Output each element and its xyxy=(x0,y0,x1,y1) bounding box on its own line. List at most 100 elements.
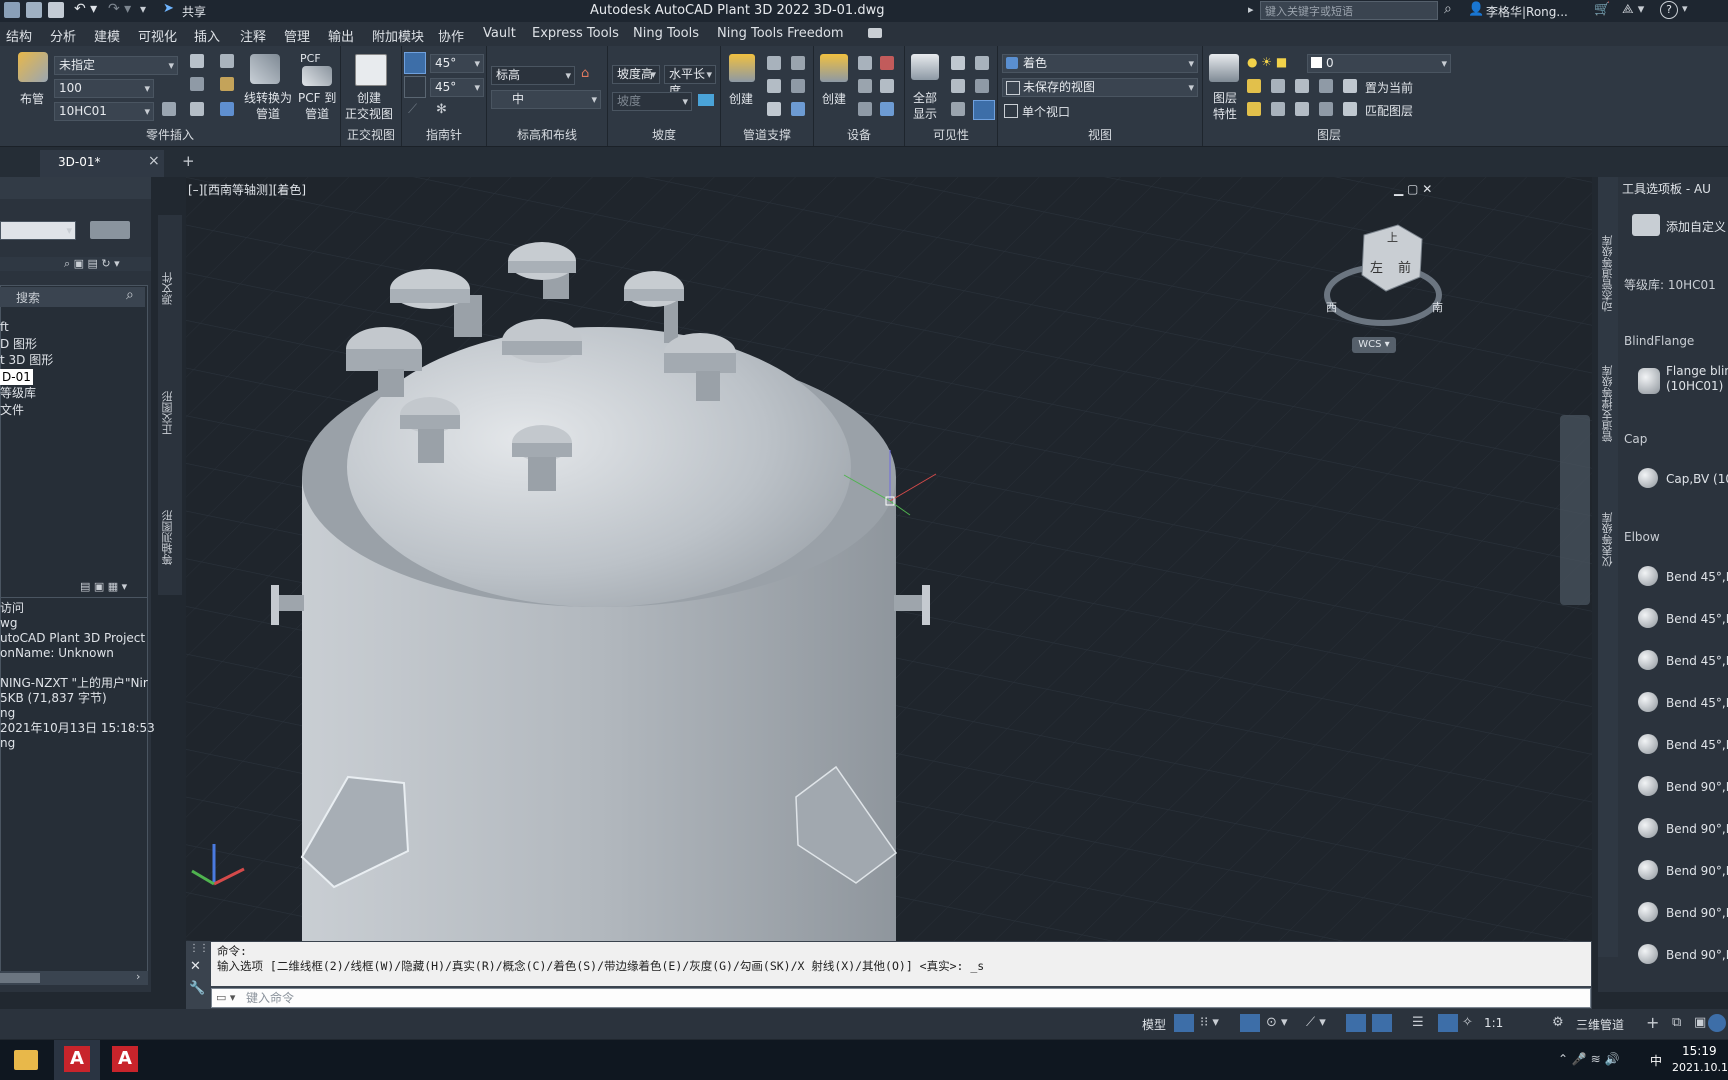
connect-part-icon[interactable] xyxy=(190,77,204,91)
tab-annotate[interactable]: 注释 xyxy=(240,26,266,45)
create-support-label[interactable]: 创建 xyxy=(729,90,753,107)
viewport-window-controls[interactable]: ▁ ▢ ✕ xyxy=(1394,182,1432,196)
tree-search-icon[interactable]: ⌕ xyxy=(126,287,134,303)
support-tool-icon-1[interactable] xyxy=(767,56,781,70)
tab-vault[interactable]: Vault xyxy=(483,26,516,41)
compass-south-label[interactable]: 南 xyxy=(1432,299,1443,315)
share-icon[interactable]: ➤ xyxy=(163,1,174,16)
annotation-scale[interactable]: 1:1 xyxy=(1484,1016,1503,1030)
slope-input[interactable]: 坡度 xyxy=(612,92,692,111)
layer-tool-icon-8[interactable] xyxy=(1319,102,1333,116)
create-ortho-label[interactable]: 创建 正交视图 xyxy=(345,90,393,122)
tool-bend[interactable]: Bend 90°,B xyxy=(1666,948,1728,962)
viewcube-top-label[interactable]: 上 xyxy=(1387,229,1398,245)
vtab-ortho-drawings[interactable]: 正交图形 xyxy=(160,365,180,435)
equipment-tool-icon-1[interactable] xyxy=(858,56,872,70)
show-all-icon[interactable] xyxy=(911,54,939,80)
catalog-icon[interactable] xyxy=(220,54,234,68)
support-tool-icon-6[interactable] xyxy=(791,102,805,116)
add-custom-icon[interactable] xyxy=(1632,214,1660,236)
side-flange-right[interactable] xyxy=(922,585,930,625)
hardware-accel-icon[interactable]: ▣ xyxy=(1694,1015,1706,1030)
visibility-toggle-icon[interactable] xyxy=(973,100,995,120)
close-tab-icon[interactable]: × xyxy=(148,153,160,169)
tree-item-selected[interactable]: D-01 xyxy=(0,368,33,385)
help-button[interactable]: ? xyxy=(1660,1,1678,19)
document-tab[interactable]: 3D-01* × xyxy=(40,150,164,177)
scrollbar-thumb[interactable] xyxy=(0,973,40,983)
tab-ning-tools-freedom[interactable]: Ning Tools Freedom xyxy=(717,26,844,41)
new-tab-button[interactable]: + xyxy=(182,152,195,170)
tree-item[interactable]: t 3D 图形 xyxy=(0,352,53,369)
print-publish-icon[interactable] xyxy=(90,221,130,239)
visibility-tool-icon-4[interactable] xyxy=(975,79,989,93)
isolate-icon[interactable] xyxy=(975,56,989,70)
visibility-tool-icon-5[interactable] xyxy=(951,102,965,116)
tab-ning-tools[interactable]: Ning Tools xyxy=(633,26,699,41)
wcs-menu[interactable]: WCS ▾ xyxy=(1352,337,1396,353)
line-to-pipe-label[interactable]: 线转换为 管道 xyxy=(244,90,292,122)
hide-icon[interactable] xyxy=(951,56,965,70)
save-as-icon[interactable] xyxy=(26,2,42,18)
panel-title-view[interactable]: 视图 xyxy=(998,126,1202,143)
model-space-button[interactable]: 模型 xyxy=(1142,1016,1166,1033)
save-icon[interactable] xyxy=(4,2,20,18)
tab-express-tools[interactable]: Express Tools xyxy=(532,26,619,41)
match-layer-button[interactable]: 匹配图层 xyxy=(1365,102,1413,119)
tree-item[interactable]: D 图形 xyxy=(0,336,53,353)
side-nozzle-right[interactable] xyxy=(894,595,924,611)
tool-bend[interactable]: Bend 90°,B xyxy=(1666,864,1728,878)
tool-bend[interactable]: Bend 45°,B xyxy=(1666,738,1728,752)
viewport-controls-label[interactable]: [–][西南等轴测][着色] xyxy=(188,181,306,198)
justification-dropdown[interactable]: 中 xyxy=(491,90,601,109)
line-to-pipe-icon[interactable] xyxy=(250,54,280,84)
isodraft-toggle-icon[interactable]: ⟋ ▾ xyxy=(1306,1015,1326,1030)
side-flange-left[interactable] xyxy=(271,585,279,625)
vtab-pipe-support-spec[interactable]: 管道支撑等级库 xyxy=(1600,352,1620,442)
layer-properties-icon[interactable] xyxy=(1209,54,1239,82)
saved-view-dropdown[interactable]: 未保存的视图 xyxy=(1002,78,1198,97)
grid-toggle-icon[interactable] xyxy=(1174,1014,1194,1032)
ortho-toggle-icon[interactable] xyxy=(1240,1014,1260,1032)
customize-command-icon[interactable]: 🔧 xyxy=(189,981,205,996)
tab-collaborate[interactable]: 协作 xyxy=(438,26,464,45)
isolate-objects-icon[interactable]: ⧉ xyxy=(1672,1015,1681,1030)
compass-angle-dropdown-2[interactable]: 45° xyxy=(430,78,484,97)
help-search-input[interactable]: 键入关键字或短语 xyxy=(1260,1,1438,20)
stub-in-icon[interactable] xyxy=(162,102,176,116)
layer-properties-label[interactable]: 图层 特性 xyxy=(1213,90,1237,122)
clean-screen-icon[interactable] xyxy=(1708,1014,1726,1032)
close-command-icon[interactable]: ✕ xyxy=(190,959,201,974)
spec-dropdown[interactable]: 未指定 xyxy=(54,56,178,75)
tool-bend[interactable]: Bend 45°,B xyxy=(1666,612,1728,626)
tool-flange-blind[interactable]: Flange blin (10HC01) xyxy=(1666,364,1728,394)
gear-icon[interactable]: ⚙ xyxy=(1552,1015,1564,1030)
tool-bend[interactable]: Bend 45°,B xyxy=(1666,654,1728,668)
compass-snap-icon[interactable] xyxy=(404,76,426,98)
polar-toggle-icon[interactable]: ⊙ ▾ xyxy=(1266,1015,1288,1030)
vtab-iso-drawings[interactable]: 等轴测图形 xyxy=(160,485,180,565)
search-expand-icon[interactable]: ▸ xyxy=(1248,3,1254,16)
osnap-tracking-icon[interactable] xyxy=(1346,1014,1366,1032)
command-prompt-icon[interactable]: ▭ ▾ xyxy=(216,989,235,1007)
viewport-config-dropdown[interactable]: 单个视口 xyxy=(1022,103,1070,120)
support-tool-icon-3[interactable] xyxy=(767,79,781,93)
slope-height-field[interactable]: 坡度高 xyxy=(612,65,660,84)
auto-scale-icon[interactable]: ✧ xyxy=(1462,1015,1473,1030)
support-tool-icon-5[interactable] xyxy=(767,102,781,116)
visual-style-dropdown[interactable]: 着色 xyxy=(1002,54,1198,73)
clock-date[interactable]: 2021.10.1 xyxy=(1672,1061,1728,1074)
connect-icon[interactable]: ⟁ ▾ xyxy=(1622,2,1644,17)
details-toolbar-icons[interactable]: ▤ ▣ ▦ ▾ xyxy=(80,580,127,593)
tool-bend[interactable]: Bend 45°,B xyxy=(1666,696,1728,710)
support-tool-icon-4[interactable] xyxy=(791,79,805,93)
tool-bend[interactable]: Bend 90°,B xyxy=(1666,906,1728,920)
elbow-icon[interactable] xyxy=(190,102,204,116)
command-grip-icon[interactable]: ⋮⋮ xyxy=(189,943,209,954)
tool-bend[interactable]: Bend 90°,B xyxy=(1666,780,1728,794)
vtab-dynamic-pipe-spec[interactable]: 动态管道等级库 xyxy=(1600,222,1620,312)
elevation-input[interactable]: 标高 xyxy=(491,66,575,85)
ortho-view-icon[interactable] xyxy=(355,54,387,86)
viewcube-left-label[interactable]: 左 xyxy=(1370,257,1383,276)
project-dropdown[interactable] xyxy=(0,221,76,240)
